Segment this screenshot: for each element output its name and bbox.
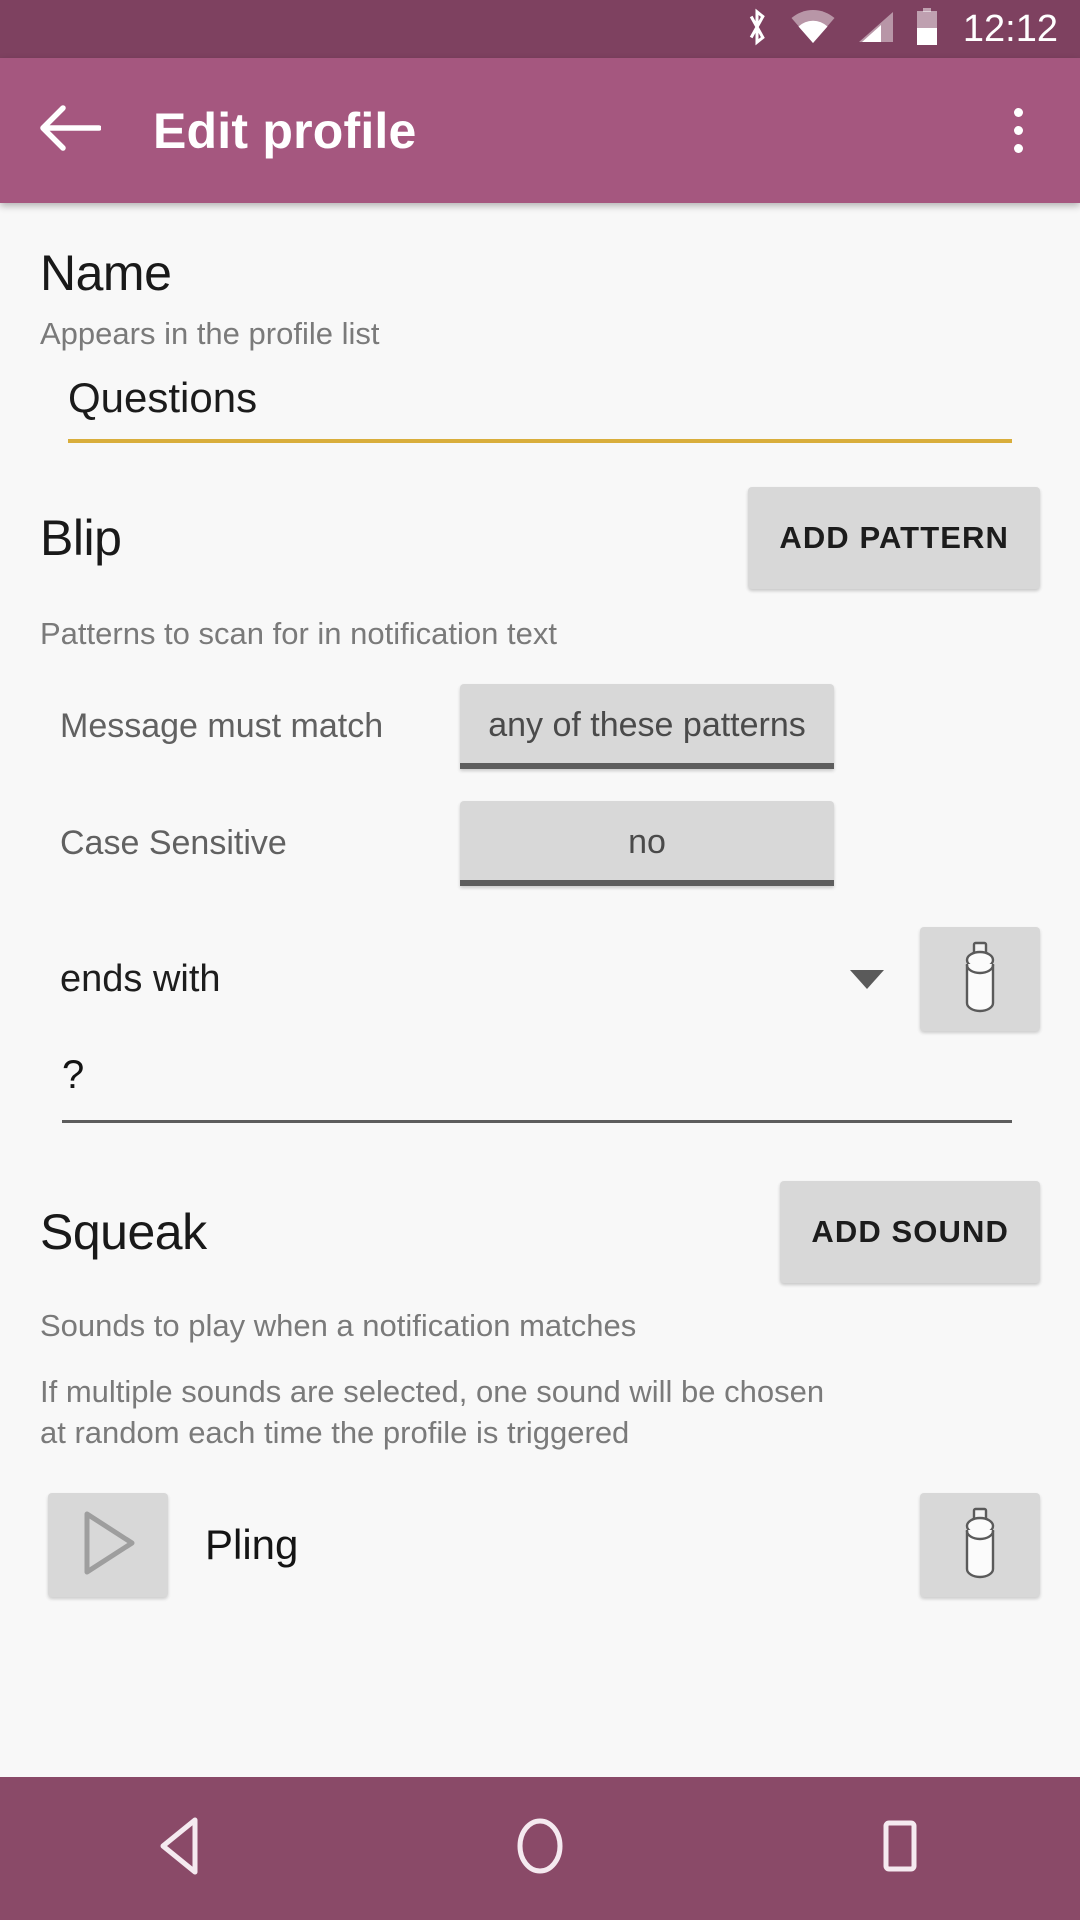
profile-name-value[interactable]: Questions <box>68 374 1012 422</box>
arrow-back-icon <box>39 104 102 157</box>
nav-recents-button[interactable] <box>825 1777 975 1920</box>
case-sensitive-spinner[interactable]: no <box>460 801 834 886</box>
pattern-value-text[interactable]: ? <box>62 1053 1012 1098</box>
pattern-type-value: ends with <box>60 957 221 1000</box>
more-vertical-icon <box>1013 108 1023 117</box>
squeak-section-heading: Squeak <box>40 1204 207 1260</box>
squeak-section-hint: Sounds to play when a notification match… <box>40 1308 637 1343</box>
bluetooth-icon <box>743 8 771 51</box>
trash-icon <box>952 1506 1008 1585</box>
case-sensitive-row: Case Sensitive no <box>40 801 1040 886</box>
blip-section-heading: Blip <box>40 510 122 566</box>
message-match-value: any of these patterns <box>488 706 806 744</box>
overflow-menu-button[interactable] <box>986 93 1050 169</box>
back-button[interactable] <box>34 95 106 167</box>
recents-square-icon <box>873 1817 927 1880</box>
trash-icon <box>952 940 1008 1019</box>
nav-back-button[interactable] <box>105 1777 255 1920</box>
name-section-heading: Name <box>40 245 172 301</box>
pattern-row: ends with <box>40 927 1040 1031</box>
squeak-section-hint-2: If multiple sounds are selected, one sou… <box>40 1374 825 1451</box>
more-vertical-icon <box>1013 144 1023 153</box>
nav-home-button[interactable] <box>465 1777 615 1920</box>
pattern-value-field[interactable]: ? <box>62 1053 1012 1123</box>
battery-icon <box>915 7 939 51</box>
app-bar: Edit profile <box>0 58 1080 203</box>
chevron-down-icon <box>850 969 884 989</box>
add-sound-button[interactable]: ADD SOUND <box>780 1181 1040 1283</box>
android-navigation-bar <box>0 1777 1080 1920</box>
blip-section: Blip ADD PATTERN Patterns to scan for in… <box>40 487 1040 1123</box>
delete-sound-button[interactable] <box>920 1493 1040 1598</box>
add-pattern-button[interactable]: ADD PATTERN <box>748 487 1040 589</box>
back-triangle-icon <box>151 1815 209 1882</box>
page-title: Edit profile <box>153 102 417 159</box>
blip-section-header: Blip ADD PATTERN <box>40 487 1040 589</box>
sound-name-label: Pling <box>205 1521 299 1569</box>
play-icon <box>77 1509 139 1582</box>
profile-name-field[interactable]: Questions <box>68 374 1012 443</box>
message-match-label: Message must match <box>60 707 384 745</box>
squeak-section: Squeak ADD SOUND Sounds to play when a n… <box>40 1181 1040 1598</box>
phone-screen: 12:12 Edit profile Name Appears in the p… <box>0 0 1080 1920</box>
status-bar: 12:12 <box>0 0 1080 58</box>
sound-list-item: Pling <box>40 1493 1040 1598</box>
pattern-type-spinner[interactable]: ends with <box>40 958 902 1001</box>
settings-scroll-area[interactable]: Name Appears in the profile list Questio… <box>0 203 1080 1777</box>
home-circle-icon <box>512 1815 568 1882</box>
delete-pattern-button[interactable] <box>920 927 1040 1031</box>
more-vertical-icon <box>1013 126 1023 135</box>
message-match-spinner[interactable]: any of these patterns <box>460 684 834 769</box>
status-bar-clock: 12:12 <box>962 8 1058 50</box>
case-sensitive-value: no <box>628 823 666 861</box>
play-sound-button[interactable] <box>48 1493 168 1598</box>
squeak-section-header: Squeak ADD SOUND <box>40 1181 1040 1283</box>
case-sensitive-label: Case Sensitive <box>60 824 287 862</box>
name-section: Name Appears in the profile list Questio… <box>40 203 1040 443</box>
message-match-row: Message must match any of these patterns <box>40 684 1040 769</box>
cellular-signal-icon <box>855 10 895 49</box>
status-bar-icons <box>743 7 939 51</box>
blip-section-hint: Patterns to scan for in notification tex… <box>40 616 557 651</box>
wifi-icon <box>791 9 835 49</box>
name-section-hint: Appears in the profile list <box>40 316 380 351</box>
